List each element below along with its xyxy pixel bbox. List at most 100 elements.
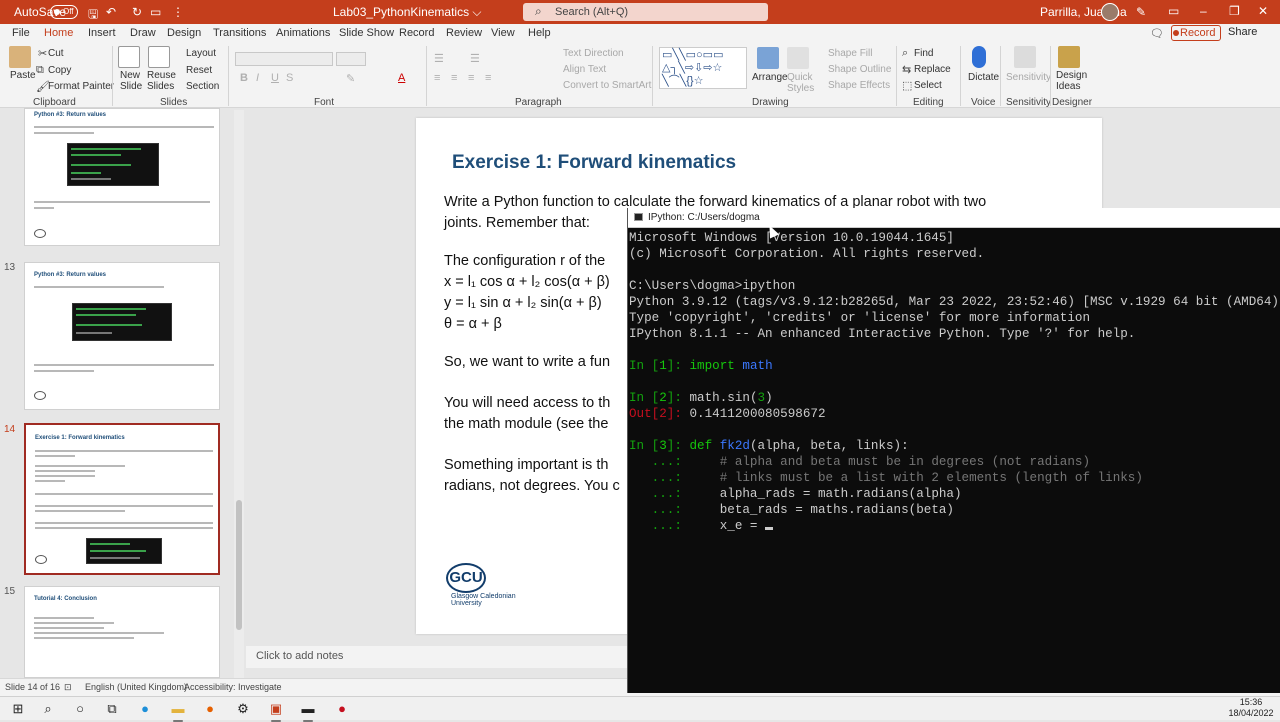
- pen-icon[interactable]: ✎: [1136, 5, 1146, 19]
- design-ideas-button[interactable]: Design Ideas: [1056, 70, 1088, 92]
- font-color-icon[interactable]: A: [398, 72, 405, 84]
- arrange-icon[interactable]: [757, 47, 779, 69]
- shapes-gallery[interactable]: ▭╲╲▭○▭▭ △┐╲⇨⇩⇨☆ ╲⌒╲{}☆: [659, 47, 747, 89]
- font-family-select[interactable]: [235, 52, 333, 66]
- tab-slide-show[interactable]: Slide Show: [339, 27, 394, 39]
- smartart-button[interactable]: Convert to SmartArt: [563, 80, 651, 91]
- tab-design[interactable]: Design: [167, 27, 201, 39]
- avatar[interactable]: [1101, 3, 1119, 21]
- console-title-bar[interactable]: IPython: C:/Users/dogma: [628, 208, 1280, 228]
- slide-text-line[interactable]: Something important is th: [444, 455, 608, 476]
- align-left-icon[interactable]: ≡: [434, 72, 440, 84]
- align-text-button[interactable]: Align Text: [563, 64, 606, 75]
- accessibility-status[interactable]: Accessibility: Investigate: [184, 682, 282, 692]
- ipython-console-window[interactable]: IPython: C:/Users/dogma Microsoft Window…: [627, 208, 1280, 693]
- share-button[interactable]: Share: [1228, 26, 1257, 38]
- bold-icon[interactable]: B: [240, 72, 248, 84]
- font-size-select[interactable]: [336, 52, 366, 66]
- settings-icon[interactable]: ⚙: [235, 701, 251, 717]
- search-box[interactable]: ⌕ Search (Alt+Q): [523, 3, 768, 21]
- tab-draw[interactable]: Draw: [130, 27, 156, 39]
- slide-title[interactable]: Exercise 1: Forward kinematics: [452, 152, 736, 174]
- system-clock[interactable]: 15:36 18/04/2022: [1226, 697, 1276, 719]
- close-button[interactable]: ✕: [1258, 4, 1268, 18]
- customize-qat-icon[interactable]: ⋮: [172, 5, 184, 19]
- numbering-icon[interactable]: ☰: [470, 52, 480, 65]
- slide-text-line[interactable]: The configuration r of the: [444, 251, 605, 272]
- tab-view[interactable]: View: [491, 27, 515, 39]
- shape-effects-button[interactable]: Shape Effects: [828, 80, 890, 91]
- shape-outline-button[interactable]: Shape Outline: [828, 64, 891, 75]
- task-view-icon[interactable]: ⧉: [104, 701, 120, 717]
- text-direction-button[interactable]: Text Direction: [563, 48, 624, 59]
- new-slide-button[interactable]: New Slide: [120, 70, 142, 92]
- align-center-icon[interactable]: ≡: [451, 72, 457, 84]
- document-title[interactable]: Lab03_PythonKinematics ⌵: [333, 5, 482, 20]
- shape-fill-button[interactable]: Shape Fill: [828, 48, 872, 59]
- justify-icon[interactable]: ≡: [485, 72, 491, 84]
- autosave-toggle[interactable]: Off: [50, 5, 78, 19]
- edge-icon[interactable]: ●: [137, 701, 153, 717]
- undo-icon[interactable]: ↶: [106, 5, 116, 19]
- sensitivity-button[interactable]: Sensitivity: [1006, 72, 1051, 83]
- console-output[interactable]: Microsoft Windows [Version 10.0.19044.16…: [629, 230, 1280, 534]
- equation-theta[interactable]: θ = α + β: [444, 314, 502, 335]
- reuse-slides-button[interactable]: Reuse Slides: [147, 70, 176, 92]
- slide-thumbnail-15[interactable]: Tutorial 4: Conclusion: [24, 586, 220, 678]
- equation-x[interactable]: x = l₁ cos α + l₂ cos(α + β): [444, 272, 610, 293]
- ribbon-display-icon[interactable]: ▭: [1168, 4, 1179, 18]
- slide-thumbnail-14[interactable]: Exercise 1: Forward kinematics: [24, 423, 220, 575]
- copy-button[interactable]: Copy: [48, 65, 71, 76]
- scrollbar-thumb[interactable]: [236, 500, 242, 630]
- paste-icon[interactable]: [9, 46, 31, 68]
- underline-icon[interactable]: U: [271, 72, 279, 84]
- slide-text-line[interactable]: joints. Remember that:: [444, 213, 590, 234]
- slideshow-icon[interactable]: ▭: [150, 5, 161, 19]
- arrange-button[interactable]: Arrange: [752, 72, 788, 83]
- align-right-icon[interactable]: ≡: [468, 72, 474, 84]
- tab-transitions[interactable]: Transitions: [213, 27, 266, 39]
- format-painter-button[interactable]: Format Painter: [48, 81, 114, 92]
- design-ideas-icon[interactable]: [1058, 46, 1080, 68]
- sensitivity-icon[interactable]: [1014, 46, 1036, 68]
- tab-file[interactable]: File: [12, 27, 30, 39]
- record-button[interactable]: Record: [1171, 25, 1221, 41]
- select-button[interactable]: Select: [914, 80, 942, 91]
- quick-styles-icon[interactable]: [787, 47, 809, 69]
- tab-help[interactable]: Help: [528, 27, 551, 39]
- search-icon[interactable]: ⌕: [40, 701, 56, 717]
- file-explorer-icon[interactable]: ▬: [170, 701, 186, 722]
- spelling-icon[interactable]: ⊡: [64, 682, 72, 693]
- record-app-icon[interactable]: ●: [334, 701, 350, 717]
- equation-y[interactable]: y = l₁ sin α + l₂ sin(α + β): [444, 293, 602, 314]
- slide-text-line[interactable]: You will need access to th: [444, 393, 610, 414]
- slide-thumbnail-13[interactable]: Python #3: Return values: [24, 262, 220, 410]
- tab-home[interactable]: Home: [44, 27, 74, 45]
- terminal-icon[interactable]: ▬: [300, 701, 316, 722]
- slide-thumbnail-12[interactable]: Python #3: Return values: [24, 108, 220, 246]
- paste-button[interactable]: Paste: [10, 70, 36, 81]
- italic-icon[interactable]: I: [256, 72, 259, 84]
- layout-button[interactable]: Layout: [186, 48, 216, 59]
- quick-styles-button[interactable]: Quick Styles: [787, 72, 814, 94]
- language-status[interactable]: English (United Kingdom): [85, 682, 187, 692]
- tab-insert[interactable]: Insert: [88, 27, 116, 39]
- highlight-icon[interactable]: ✎: [346, 72, 355, 85]
- thumbnail-scrollbar[interactable]: [234, 110, 244, 678]
- new-slide-icon[interactable]: [118, 46, 140, 68]
- slide-text-line[interactable]: radians, not degrees. You c: [444, 476, 620, 497]
- tab-record[interactable]: Record: [399, 27, 434, 39]
- redo-icon[interactable]: ↻: [132, 5, 142, 19]
- section-button[interactable]: Section: [186, 81, 219, 92]
- restore-button[interactable]: ❐: [1229, 4, 1240, 18]
- reuse-slides-icon[interactable]: [148, 46, 170, 68]
- save-icon[interactable]: 🖫: [88, 5, 98, 26]
- bullets-icon[interactable]: ☰: [434, 52, 444, 65]
- powerpoint-icon[interactable]: ▣: [268, 701, 284, 722]
- replace-button[interactable]: Replace: [914, 64, 951, 75]
- windows-start-icon[interactable]: ⊞: [10, 701, 26, 717]
- tab-review[interactable]: Review: [446, 27, 482, 39]
- cortana-icon[interactable]: ○: [72, 701, 88, 717]
- dictate-button[interactable]: Dictate: [968, 72, 999, 83]
- strikethrough-icon[interactable]: S: [286, 72, 293, 84]
